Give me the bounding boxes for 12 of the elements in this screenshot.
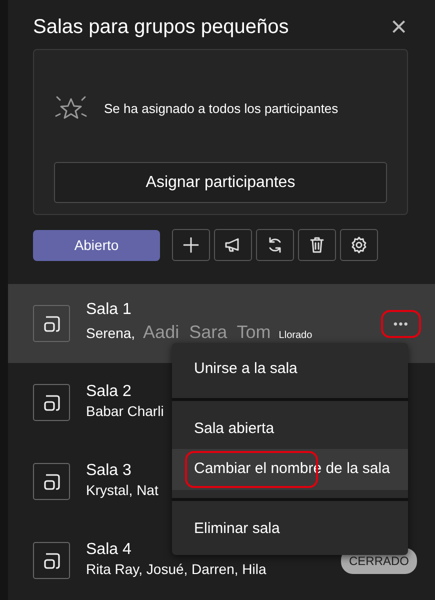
panel-title: Salas para grupos pequeños	[33, 14, 289, 40]
participant-names: Krystal, Nat	[86, 480, 158, 500]
status-message: Se ha asignado a todos los participantes	[104, 100, 338, 118]
participant-names: Aadi Sara Tom	[143, 320, 271, 344]
room-name: Sala 4	[86, 541, 132, 559]
participant-names: Babar Charli	[86, 402, 164, 421]
participant-names: Serena,	[86, 324, 136, 343]
participant-names: Rita Ray, Josué, Darren, Hila	[86, 560, 266, 579]
room-name: Sala 1	[86, 301, 132, 319]
participant-label: Llorado	[278, 328, 312, 343]
room-name: Sala 3	[86, 462, 132, 480]
room-name: Sala 2	[86, 383, 132, 401]
